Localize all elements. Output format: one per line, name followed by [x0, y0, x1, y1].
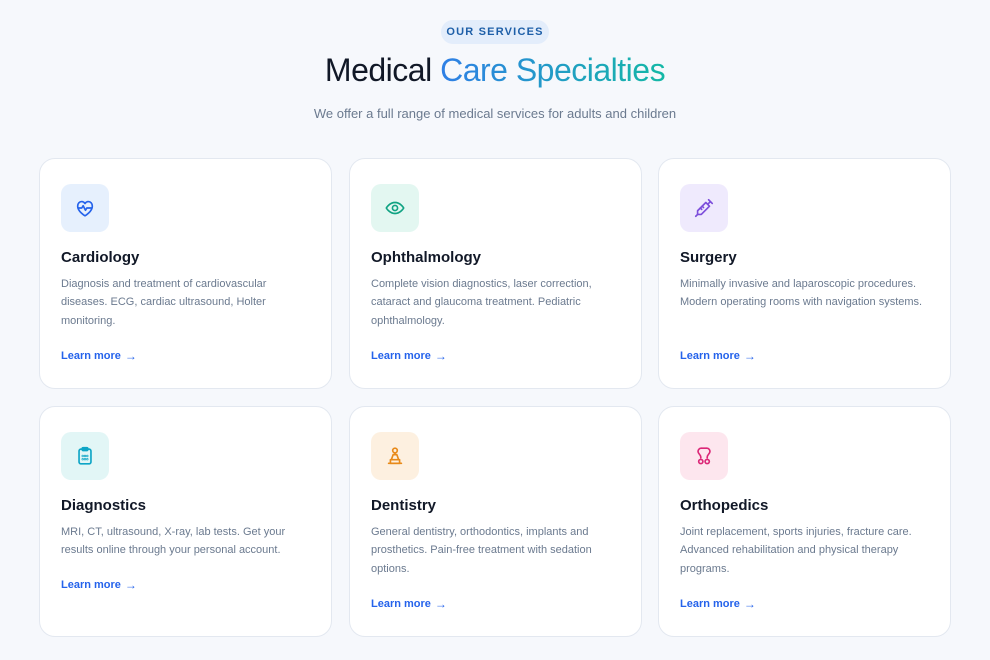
- card-description: Joint replacement, sports injuries, frac…: [680, 526, 912, 575]
- section-subtitle: We offer a full range of medical service…: [313, 106, 677, 121]
- service-card-diagnostics: Diagnostics MRI, CT, ultrasound, X-ray, …: [39, 406, 332, 637]
- learn-more-link-surgery[interactable]: Learn more →: [680, 349, 756, 363]
- service-card-surgery: Surgery Minimally invasive and laparosco…: [658, 158, 951, 389]
- learn-more-link-diagnostics[interactable]: Learn more →: [61, 578, 137, 592]
- arrow-right-icon: →: [434, 349, 447, 363]
- learn-more-label: Learn more: [371, 350, 431, 362]
- learn-more-label: Learn more: [61, 350, 121, 362]
- card-description: Diagnosis and treatment of cardiovascula…: [61, 278, 267, 327]
- card-description: General dentistry, orthodontics, implant…: [371, 526, 592, 575]
- syringe-icon: [680, 184, 728, 232]
- card-description: Complete vision diagnostics, laser corre…: [371, 278, 592, 327]
- service-card-orthopedics: Orthopedics Joint replacement, sports in…: [658, 406, 951, 637]
- card-description: MRI, CT, ultrasound, X-ray, lab tests. G…: [61, 526, 286, 557]
- card-title: Dentistry: [371, 497, 437, 514]
- arrow-right-icon: →: [743, 349, 756, 363]
- learn-more-label: Learn more: [680, 350, 740, 362]
- service-card-ophthalmology: Ophthalmology Complete vision diagnostic…: [349, 158, 642, 389]
- arrow-right-icon: →: [124, 578, 137, 592]
- learn-more-link-dentistry[interactable]: Learn more →: [371, 597, 447, 611]
- learn-more-link-orthopedics[interactable]: Learn more →: [680, 597, 756, 611]
- bone-icon: [680, 432, 728, 480]
- arrow-right-icon: →: [434, 597, 447, 611]
- learn-more-label: Learn more: [61, 579, 121, 591]
- learn-more-link-cardiology[interactable]: Learn more →: [61, 349, 137, 363]
- card-title: Cardiology: [61, 249, 140, 266]
- arrow-right-icon: →: [124, 349, 137, 363]
- service-card-cardiology: Cardiology Diagnosis and treatment of ca…: [39, 158, 332, 389]
- card-title: Surgery: [680, 249, 737, 266]
- card-title: Orthopedics: [680, 497, 769, 514]
- eye-icon: [371, 184, 419, 232]
- service-card-dentistry: Dentistry General dentistry, orthodontic…: [349, 406, 642, 637]
- title-accent: Care Specialties: [440, 52, 666, 88]
- learn-more-link-ophthalmology[interactable]: Learn more →: [371, 349, 447, 363]
- learn-more-label: Learn more: [680, 598, 740, 610]
- services-section: OUR SERVICES Medical Care Specialties We…: [0, 0, 990, 660]
- learn-more-label: Learn more: [371, 598, 431, 610]
- section-badge: OUR SERVICES: [441, 20, 549, 44]
- clipboard-icon: [61, 432, 109, 480]
- card-title: Ophthalmology: [371, 249, 481, 266]
- arrow-right-icon: →: [743, 597, 756, 611]
- tooth-icon: [371, 432, 419, 480]
- heart-pulse-icon: [61, 184, 109, 232]
- card-title: Diagnostics: [61, 497, 147, 514]
- card-description: Minimally invasive and laparoscopic proc…: [680, 278, 923, 309]
- page-title: Medical Care Specialties: [0, 52, 990, 89]
- title-main: Medical: [324, 52, 432, 88]
